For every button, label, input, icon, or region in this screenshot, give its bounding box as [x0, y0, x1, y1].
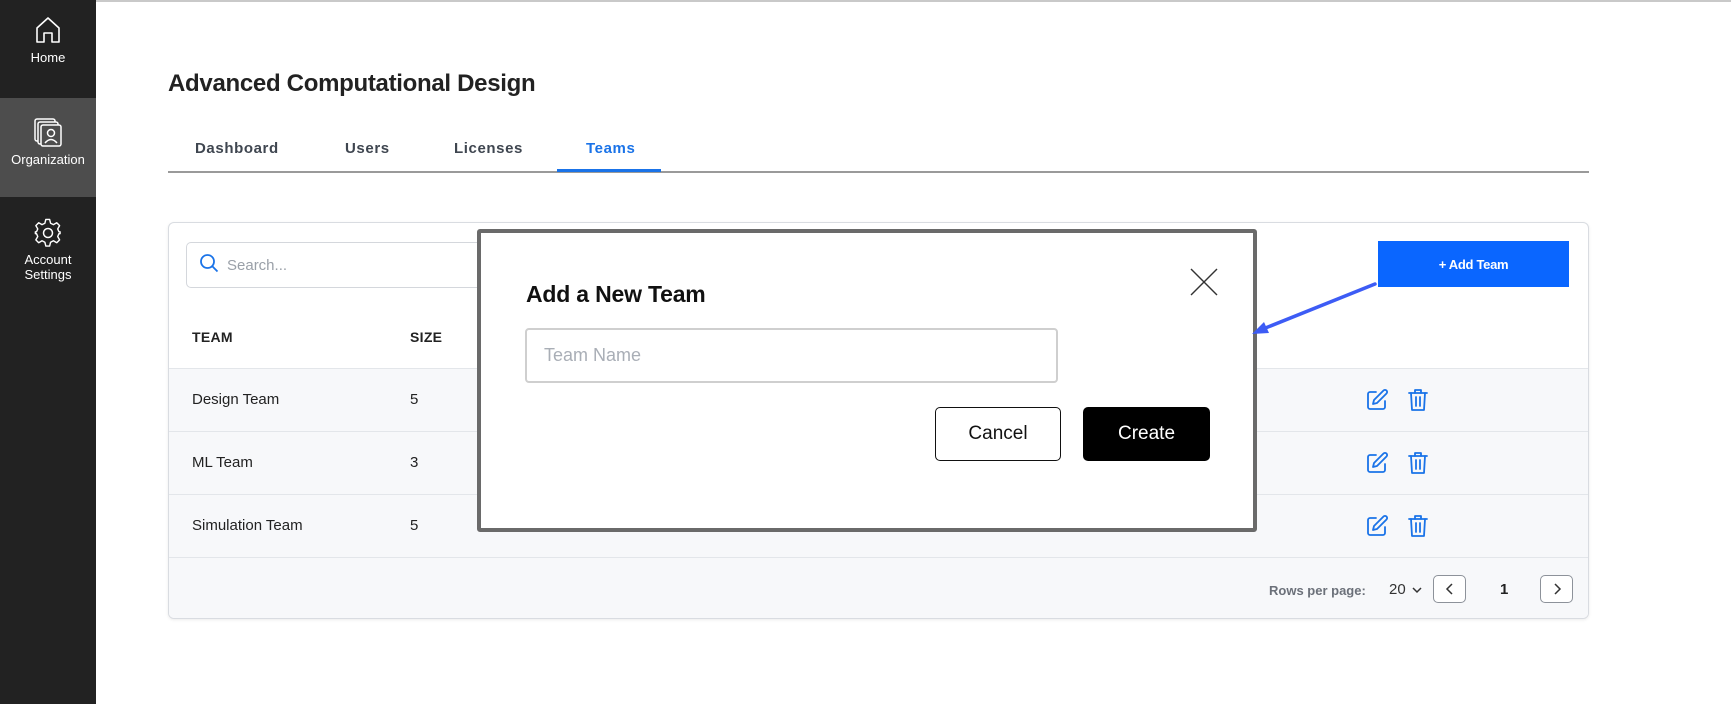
create-button[interactable]: Create — [1083, 407, 1210, 461]
trash-icon[interactable] — [1405, 513, 1431, 539]
home-icon — [32, 14, 64, 46]
sidebar-item-label: Account Settings — [24, 252, 72, 282]
rows-per-page-value: 20 — [1389, 581, 1406, 598]
add-team-dialog: Add a New Team Cancel Create — [477, 229, 1257, 532]
next-page-button[interactable] — [1540, 575, 1573, 603]
chevron-down-icon — [1411, 584, 1423, 596]
trash-icon[interactable] — [1405, 450, 1431, 476]
team-size-cell: 5 — [410, 517, 419, 534]
column-header-size: SIZE — [410, 329, 443, 345]
chevron-right-icon — [1552, 583, 1562, 595]
cancel-button[interactable]: Cancel — [935, 407, 1061, 461]
pagination-bar: Rows per page: 20 1 — [169, 557, 1588, 618]
gear-icon — [33, 218, 63, 248]
top-divider — [0, 0, 1731, 2]
previous-page-button[interactable] — [1433, 575, 1466, 603]
tab-teams[interactable]: Teams — [586, 140, 635, 157]
tab-bar: Dashboard Users Licenses Teams — [168, 135, 1589, 173]
dialog-title: Add a New Team — [526, 281, 706, 307]
sidebar-item-account-settings[interactable]: Account Settings — [0, 218, 96, 290]
team-name-cell: Simulation Team — [192, 517, 303, 534]
tab-dashboard[interactable]: Dashboard — [195, 140, 279, 157]
current-page-number: 1 — [1500, 581, 1509, 598]
sidebar: Home Organization Account Settings — [0, 0, 96, 704]
annotation-arrow — [1252, 282, 1377, 334]
edit-icon[interactable] — [1364, 450, 1390, 476]
column-header-team: TEAM — [192, 329, 233, 345]
sidebar-item-organization[interactable]: Organization — [0, 98, 96, 197]
sidebar-item-label: Organization — [11, 152, 85, 167]
team-size-cell: 5 — [410, 391, 419, 408]
tab-licenses[interactable]: Licenses — [454, 140, 523, 157]
team-name-cell: Design Team — [192, 391, 280, 408]
active-tab-indicator — [557, 169, 661, 172]
add-team-button[interactable]: + Add Team — [1378, 241, 1569, 287]
team-name-input[interactable] — [525, 328, 1058, 383]
rows-per-page-label: Rows per page: — [1269, 583, 1366, 598]
search-icon — [199, 253, 219, 278]
organization-icon — [32, 116, 64, 148]
close-icon[interactable] — [1188, 266, 1220, 298]
trash-icon[interactable] — [1405, 387, 1431, 413]
sidebar-item-label: Home — [30, 50, 66, 65]
chevron-left-icon — [1445, 583, 1455, 595]
edit-icon[interactable] — [1364, 387, 1390, 413]
page-title: Advanced Computational Design — [168, 70, 536, 97]
edit-icon[interactable] — [1364, 513, 1390, 539]
sidebar-item-home[interactable]: Home — [0, 14, 96, 96]
rows-per-page-select[interactable]: 20 — [1389, 581, 1423, 598]
team-name-cell: ML Team — [192, 454, 253, 471]
tab-users[interactable]: Users — [345, 140, 390, 157]
team-size-cell: 3 — [410, 454, 419, 471]
